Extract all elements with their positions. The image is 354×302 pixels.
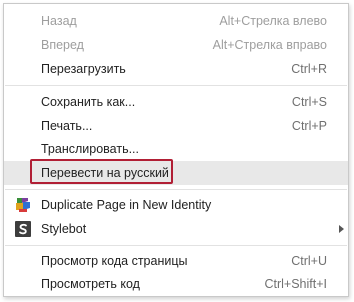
menu-item-label: Транслировать... (41, 142, 140, 156)
menu-item-shortcut: Ctrl+U (291, 254, 327, 268)
menu-item-label: Назад (41, 14, 77, 28)
menu-item-shortcut: Ctrl+Shift+I (264, 277, 327, 291)
duplicate-page-extension-icon (15, 197, 31, 213)
menu-item-reload[interactable]: Перезагрузить Ctrl+R (4, 57, 348, 81)
menu-item-label: Просмотр кода страницы (41, 254, 188, 268)
menu-item-shortcut: Ctrl+R (291, 62, 327, 76)
menu-item-shortcut: Alt+Стрелка влево (219, 14, 327, 28)
menu-item-label: Duplicate Page in New Identity (41, 198, 212, 212)
menu-item-shortcut: Ctrl+P (291, 119, 327, 133)
menu-item-label: Перевести на русский (41, 166, 169, 180)
menu-separator (5, 245, 347, 246)
menu-item-translate[interactable]: Перевести на русский (4, 159, 348, 185)
menu-item-cast[interactable]: Транслировать... (4, 137, 348, 161)
menu-item-forward[interactable]: Вперед Alt+Стрелка вправо (4, 33, 348, 57)
menu-separator (5, 85, 347, 86)
menu-item-view-source[interactable]: Просмотр кода страницы Ctrl+U (4, 249, 348, 273)
stylebot-extension-icon (15, 221, 31, 237)
menu-item-label: Сохранить как... (41, 95, 136, 109)
menu-item-duplicate-page[interactable]: Duplicate Page in New Identity (4, 193, 348, 217)
menu-item-label: Stylebot (41, 222, 87, 236)
menu-item-label: Просмотреть код (41, 277, 140, 291)
menu-item-inspect[interactable]: Просмотреть код Ctrl+Shift+I (4, 272, 348, 296)
menu-item-print[interactable]: Печать... Ctrl+P (4, 114, 348, 138)
menu-item-shortcut: Alt+Стрелка вправо (212, 38, 327, 52)
menu-item-label: Печать... (41, 119, 93, 133)
menu-separator (5, 189, 347, 190)
menu-item-shortcut: Ctrl+S (291, 95, 327, 109)
menu-item-label: Вперед (41, 38, 84, 52)
menu-item-save-as[interactable]: Сохранить как... Ctrl+S (4, 90, 348, 114)
menu-item-label: Перезагрузить (41, 62, 126, 76)
context-menu: Назад Alt+Стрелка влево Вперед Alt+Стрел… (3, 3, 349, 297)
menu-item-back[interactable]: Назад Alt+Стрелка влево (4, 9, 348, 33)
menu-item-stylebot[interactable]: Stylebot (4, 217, 348, 241)
submenu-arrow-icon (339, 225, 344, 233)
